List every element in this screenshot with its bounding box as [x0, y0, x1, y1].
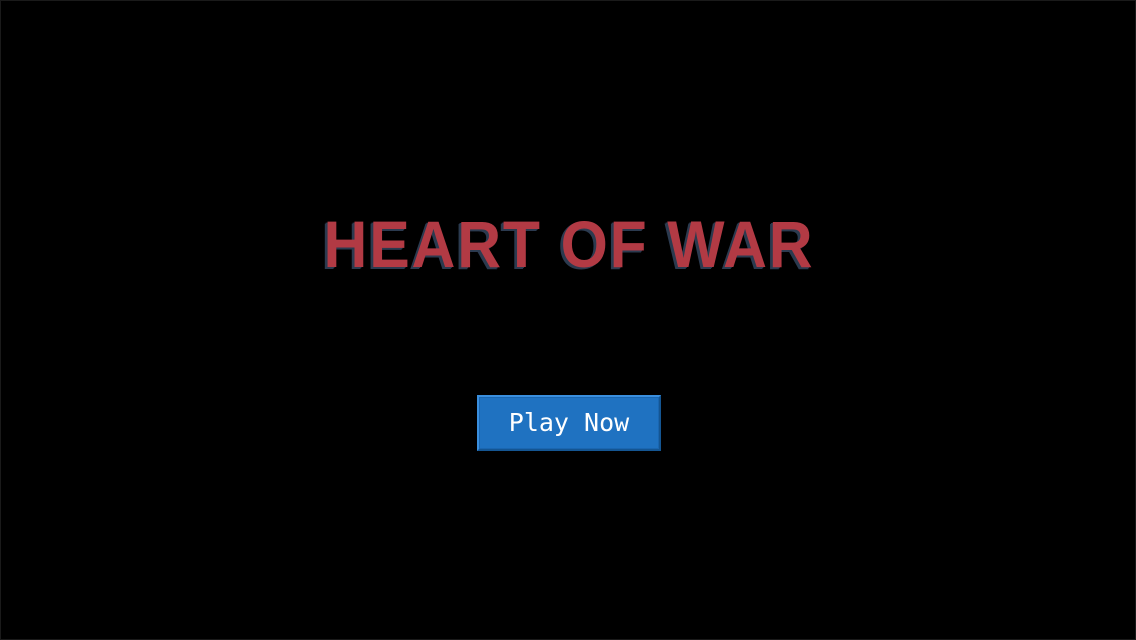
- game-title: HEART OF WAR: [323, 207, 815, 281]
- play-now-button[interactable]: Play Now: [477, 395, 661, 451]
- game-screen: HEART OF WAR Play Now: [0, 0, 1136, 640]
